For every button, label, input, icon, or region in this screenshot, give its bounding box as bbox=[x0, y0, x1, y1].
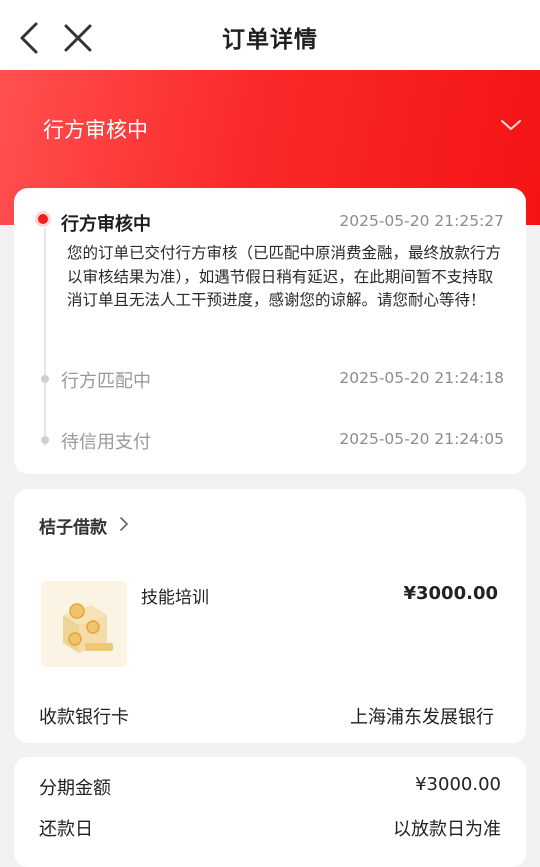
top-nav-bar: 订单详情 bbox=[0, 0, 540, 70]
bank-card-label: 收款银行卡 bbox=[39, 707, 129, 728]
step-time-reviewing: 2025-05-20 21:25:27 bbox=[339, 212, 504, 230]
timeline-dot bbox=[41, 436, 49, 444]
timeline-line bbox=[44, 228, 46, 446]
banner-status-text: 行方审核中 bbox=[43, 118, 148, 142]
progress-card: 行方审核中 2025-05-20 21:25:27 您的订单已交付行方审核（已匹… bbox=[14, 188, 526, 474]
coin-box-icon bbox=[41, 581, 127, 667]
loan-card: 分期金额 ¥3000.00 还款日 以放款日为准 bbox=[14, 757, 526, 867]
chevron-right-icon bbox=[120, 517, 128, 531]
merchant-name: 桔子借款 bbox=[39, 518, 107, 538]
page-title: 订单详情 bbox=[222, 27, 318, 53]
repayment-day-value: 以放款日为准 bbox=[393, 819, 501, 840]
merchant-link[interactable]: 桔子借款 bbox=[39, 513, 128, 538]
product-price: ¥3000.00 bbox=[403, 583, 498, 604]
order-card: 桔子借款 技能培训 ¥3000.00 收款银行卡 上海浦东发展银行 bbox=[14, 489, 526, 743]
installment-amount-value: ¥3000.00 bbox=[415, 774, 501, 795]
chevron-down-icon[interactable] bbox=[500, 118, 522, 132]
step-description: 您的订单已交付行方审核（已匹配中原消费金融，最终放款行方以审核结果为准），如遇节… bbox=[67, 244, 502, 309]
step-time-credit-pay: 2025-05-20 21:24:05 bbox=[339, 430, 504, 448]
bank-card-value: 上海浦东发展银行 bbox=[350, 707, 494, 728]
timeline-dot bbox=[41, 375, 49, 383]
repayment-day-label: 还款日 bbox=[39, 819, 93, 840]
step-title-matching: 行方匹配中 bbox=[61, 371, 151, 392]
product-name: 技能培训 bbox=[141, 588, 209, 608]
step-title-reviewing: 行方审核中 bbox=[61, 214, 151, 235]
step-title-credit-pay: 待信用支付 bbox=[61, 432, 151, 453]
timeline-dot-active bbox=[38, 214, 48, 224]
step-time-matching: 2025-05-20 21:24:18 bbox=[339, 369, 504, 387]
product-image bbox=[41, 581, 127, 667]
installment-amount-label: 分期金额 bbox=[39, 778, 111, 799]
